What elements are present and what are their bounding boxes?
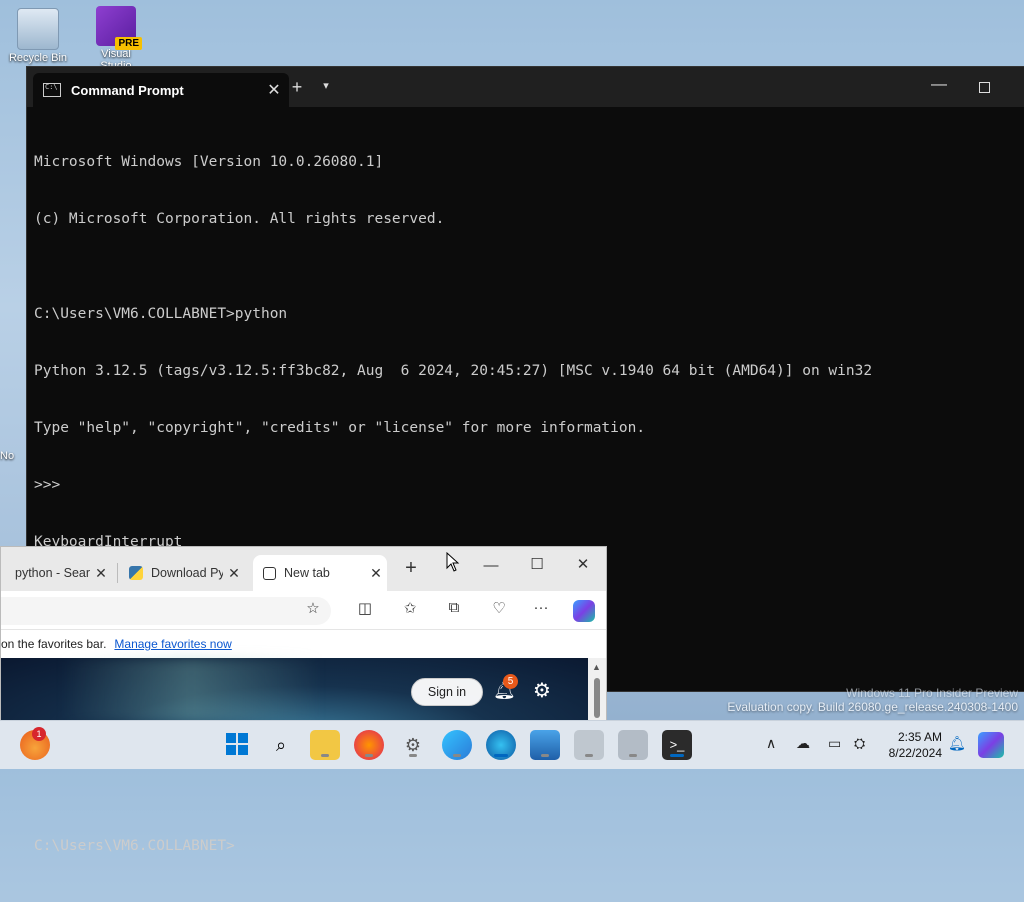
widget-badge: 1 [32, 727, 46, 741]
minimize-button[interactable]: — [471, 557, 511, 574]
running-indicator [541, 754, 549, 757]
minimize-button[interactable]: — [919, 73, 959, 101]
tab-title: New tab [284, 566, 330, 580]
mouse-cursor-icon [446, 552, 460, 572]
onedrive-icon[interactable]: ☁ [796, 735, 810, 752]
running-indicator [670, 754, 684, 757]
terminal-icon[interactable]: >_ [662, 730, 692, 760]
evaluation-watermark: Windows 11 Pro Insider Preview Evaluatio… [727, 686, 1018, 714]
favorites-icon[interactable]: ✩ [398, 599, 422, 621]
cmd-icon [43, 83, 61, 97]
terminal-line: Python 3.12.5 (tags/v3.12.5:ff3bc82, Aug… [34, 363, 873, 379]
browser-window[interactable]: python - Sear ✕ Download Py ✕ New tab ✕ … [0, 546, 607, 722]
terminal-titlebar[interactable]: Command Prompt ✕ + ▾ — [27, 67, 1024, 107]
tab-python-search[interactable]: python - Sear ✕ [1, 555, 113, 591]
favorites-bar-text: on the favorites bar. [1, 637, 107, 651]
terminal-line: Microsoft Windows [Version 10.0.26080.1] [34, 154, 384, 170]
tab-download-python[interactable]: Download Py ✕ [119, 555, 251, 591]
maximize-button[interactable]: ☐ [517, 555, 557, 573]
page-scrollbar[interactable]: ▲ [588, 658, 606, 721]
close-window-button[interactable]: ✕ [563, 555, 603, 573]
edge-icon[interactable] [486, 730, 516, 760]
maximize-button[interactable] [964, 73, 1004, 101]
new-tab-button[interactable]: + [285, 77, 309, 98]
tab-separator [117, 563, 118, 583]
file-explorer-icon[interactable] [310, 730, 340, 760]
taskbar: 1 ⌕ ⚙ >_ ∧ ☁ ▭ ⛭ 2:35 AM 8/22/2024 🔔︎ [0, 720, 1024, 769]
terminal-line: >>> [34, 477, 61, 493]
running-indicator [453, 754, 461, 757]
terminal-line: Type "help", "copyright", "credits" or "… [34, 420, 646, 436]
terminal-prompt-line: C:\Users\VM6.COLLABNET> [34, 838, 235, 854]
running-indicator [494, 754, 508, 757]
tab-title: Command Prompt [71, 82, 184, 98]
close-tab-button[interactable]: ✕ [223, 565, 245, 582]
running-indicator [321, 754, 329, 757]
visual-studio-icon: PRE [96, 6, 142, 50]
close-tab-button[interactable]: ✕ [90, 565, 112, 582]
settings-gear-icon[interactable]: ⚙ [533, 678, 551, 703]
tab-title: python - Sear [15, 566, 91, 580]
date-text: 8/22/2024 [888, 746, 942, 760]
scroll-up-icon[interactable]: ▲ [592, 662, 601, 672]
browser-essentials-icon[interactable]: ♡ [487, 599, 511, 621]
desktop-icon-peek[interactable]: No [0, 450, 26, 462]
tab-title: Download Py [151, 566, 223, 580]
close-tab-button[interactable]: ✕ [365, 565, 387, 582]
browser-toolbar: ☆ ◫ ✩ ⧉ ♡ ··· [1, 591, 606, 629]
copilot-taskbar-icon[interactable] [978, 732, 1004, 758]
favorite-star-icon[interactable]: ☆ [301, 599, 325, 621]
tab-new-tab[interactable]: New tab ✕ [253, 555, 387, 591]
tab-dropdown-button[interactable]: ▾ [316, 79, 336, 92]
desktop-icon-label: Recycle Bin [8, 52, 68, 64]
terminal-line: C:\Users\VM6.COLLABNET>python [34, 306, 288, 322]
terminal-output[interactable]: Microsoft Windows [Version 10.0.26080.1]… [27, 107, 1024, 902]
new-tab-favicon-icon [263, 566, 276, 580]
python-favicon-icon [129, 566, 143, 580]
copilot-icon[interactable] [573, 600, 595, 622]
running-indicator [365, 754, 373, 757]
installer-icon[interactable] [574, 730, 604, 760]
notification-bell-icon[interactable]: 🔔︎ [948, 735, 966, 752]
visual-studio-shortcut[interactable]: PRE Visual Studio [86, 6, 146, 72]
setup-icon[interactable] [618, 730, 648, 760]
start-button[interactable] [226, 733, 248, 755]
recycle-bin-shortcut[interactable]: Recycle Bin [8, 8, 68, 64]
watermark-line: Windows 11 Pro Insider Preview [846, 686, 1018, 700]
address-bar[interactable] [1, 597, 331, 625]
scroll-thumb[interactable] [594, 678, 600, 718]
sign-in-button[interactable]: Sign in [411, 678, 483, 706]
app-icon[interactable] [442, 730, 472, 760]
new-tab-background: Sign in 🔔︎ 5 ⚙ ▲ [1, 658, 606, 721]
split-screen-icon[interactable]: ◫ [353, 599, 377, 621]
maximize-icon [978, 82, 990, 93]
new-tab-button[interactable]: + [399, 557, 423, 580]
display-icon[interactable]: ▭ [828, 735, 841, 752]
notification-count-badge: 5 [503, 674, 518, 689]
more-options-icon[interactable]: ··· [529, 599, 553, 621]
image-viewer-icon[interactable] [530, 730, 560, 760]
terminal-line: (c) Microsoft Corporation. All rights re… [34, 211, 445, 227]
settings-icon[interactable]: ⚙ [398, 730, 428, 760]
collections-icon[interactable]: ⧉ [442, 599, 466, 621]
search-icon[interactable]: ⌕ [266, 730, 296, 760]
network-icon[interactable]: ⛭ [854, 735, 865, 752]
manage-favorites-link[interactable]: Manage favorites now [114, 637, 231, 651]
aurora-background-image [61, 658, 321, 721]
tab-command-prompt[interactable]: Command Prompt ✕ [33, 73, 289, 107]
running-indicator [409, 754, 417, 757]
preview-badge: PRE [115, 37, 142, 50]
browser-tab-strip[interactable]: python - Sear ✕ Download Py ✕ New tab ✕ … [1, 547, 606, 591]
firefox-icon[interactable] [354, 730, 384, 760]
watermark-line: Evaluation copy. Build 26080.ge_release.… [727, 700, 1018, 714]
clock[interactable]: 2:35 AM 8/22/2024 [880, 729, 942, 761]
recycle-bin-icon [17, 8, 59, 50]
running-indicator [629, 754, 637, 757]
show-hidden-icons-chevron-icon[interactable]: ∧ [766, 735, 776, 752]
time-text: 2:35 AM [897, 730, 942, 744]
running-indicator [585, 754, 593, 757]
favorites-bar: on the favorites bar. Manage favorites n… [1, 629, 606, 658]
